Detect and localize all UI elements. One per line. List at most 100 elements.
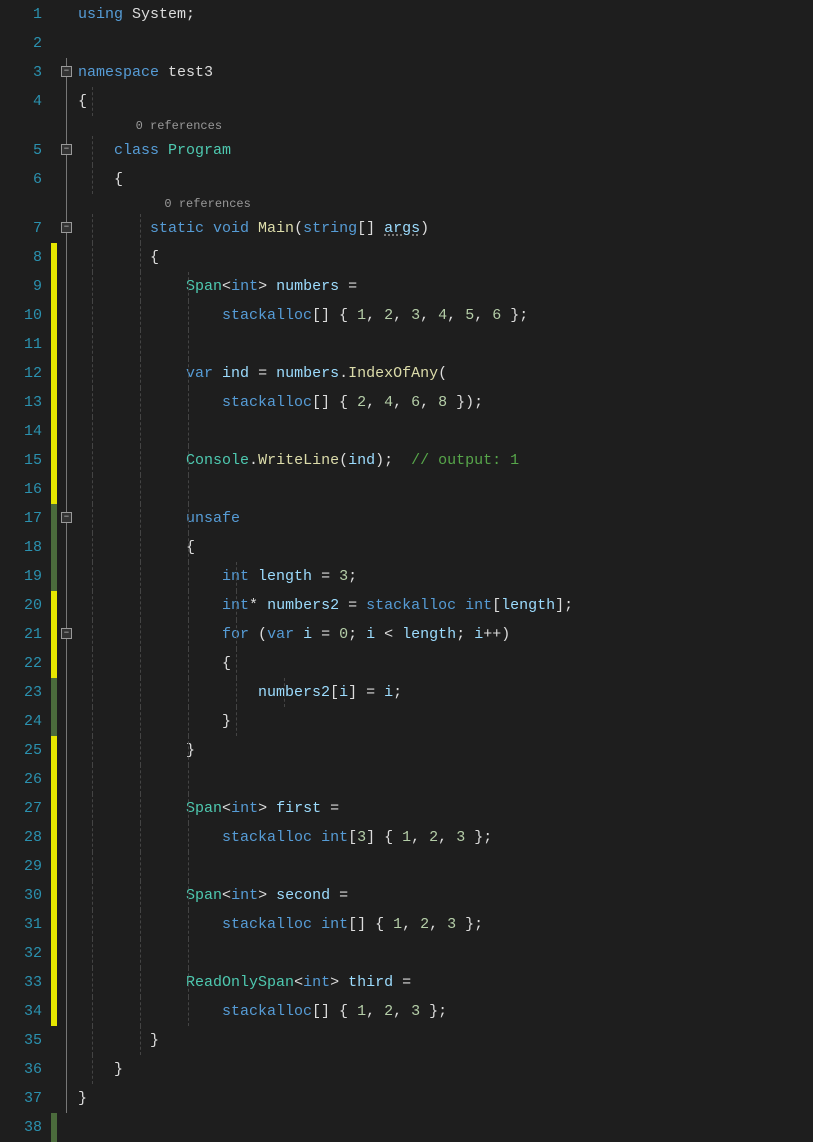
token: 5 (465, 307, 474, 324)
indent-guide (188, 591, 189, 620)
code-editor[interactable]: 1234567891011121314151617181920212223242… (0, 0, 813, 1120)
code-line[interactable] (78, 765, 813, 794)
fold-toggle[interactable]: − (61, 144, 72, 155)
line-number: 21 (0, 620, 42, 649)
code-line[interactable]: Span<int> second = (78, 881, 813, 910)
line-number: 15 (0, 446, 42, 475)
line-number: 16 (0, 475, 42, 504)
code-line[interactable]: unsafe (78, 504, 813, 533)
code-line[interactable]: ReadOnlySpan<int> third = (78, 968, 813, 997)
code-line[interactable]: using System; (78, 0, 813, 29)
indent-guide (92, 272, 93, 301)
token: * (249, 597, 267, 614)
token: = (402, 974, 411, 991)
token: , (366, 1003, 384, 1020)
codelens-references[interactable]: 0 references (78, 116, 813, 136)
code-line[interactable]: { (78, 87, 813, 116)
code-line[interactable]: } (78, 1055, 813, 1084)
token: } (78, 1061, 123, 1078)
token: 4 (438, 307, 447, 324)
code-line[interactable]: } (78, 736, 813, 765)
token: Console (186, 452, 249, 469)
indent-guide (140, 388, 141, 417)
token: Span (186, 278, 222, 295)
code-line[interactable]: stackalloc int[] { 1, 2, 3 }; (78, 910, 813, 939)
fold-toggle[interactable]: − (61, 628, 72, 639)
token: { (78, 655, 231, 672)
code-line[interactable]: class Program (78, 136, 813, 165)
code-line[interactable]: } (78, 1084, 813, 1113)
token: ( (339, 452, 348, 469)
token: , (474, 307, 492, 324)
indent-guide (140, 272, 141, 301)
token: < (384, 626, 402, 643)
line-number: 9 (0, 272, 42, 301)
code-line[interactable] (78, 939, 813, 968)
code-line[interactable]: stackalloc[] { 1, 2, 3, 4, 5, 6 }; (78, 301, 813, 330)
fold-toggle[interactable]: − (61, 66, 72, 77)
code-line[interactable] (78, 852, 813, 881)
code-line[interactable]: stackalloc int[3] { 1, 2, 3 }; (78, 823, 813, 852)
code-line[interactable]: stackalloc[] { 2, 4, 6, 8 }); (78, 388, 813, 417)
code-line[interactable]: Span<int> numbers = (78, 272, 813, 301)
token (78, 365, 186, 382)
change-marker (51, 591, 57, 620)
code-line[interactable]: { (78, 165, 813, 194)
line-number: 28 (0, 823, 42, 852)
code-line[interactable]: int* numbers2 = stackalloc int[length]; (78, 591, 813, 620)
token: 3 (456, 829, 465, 846)
code-line[interactable]: namespace test3 (78, 58, 813, 87)
token: . (249, 452, 258, 469)
token: < (222, 278, 231, 295)
indent-guide (92, 794, 93, 823)
token: first (276, 800, 330, 817)
token: , (393, 1003, 411, 1020)
token: args (384, 220, 420, 237)
code-line[interactable]: { (78, 533, 813, 562)
token: [ (330, 684, 339, 701)
token (78, 307, 222, 324)
token: Span (186, 800, 222, 817)
token (78, 510, 186, 527)
change-marker (51, 968, 57, 997)
code-line[interactable]: for (var i = 0; i < length; i++) (78, 620, 813, 649)
code-line[interactable]: int length = 3; (78, 562, 813, 591)
fold-toggle[interactable]: − (61, 222, 72, 233)
code-line[interactable]: } (78, 707, 813, 736)
token: ; (348, 626, 366, 643)
indent-guide (140, 765, 141, 794)
indent-guide (92, 214, 93, 243)
code-line[interactable]: Console.WriteLine(ind); // output: 1 (78, 446, 813, 475)
code-line[interactable] (78, 475, 813, 504)
token: // output: 1 (411, 452, 519, 469)
code-line[interactable]: { (78, 649, 813, 678)
token: Main (258, 220, 294, 237)
code-line[interactable]: static void Main(string[] args) (78, 214, 813, 243)
change-marker (51, 910, 57, 939)
line-number: 12 (0, 359, 42, 388)
indent-guide (236, 649, 237, 678)
token: ind (348, 452, 375, 469)
code-line[interactable]: var ind = numbers.IndexOfAny( (78, 359, 813, 388)
code-line[interactable] (78, 330, 813, 359)
code-line[interactable] (78, 1113, 813, 1142)
token: stackalloc (222, 829, 321, 846)
token: [] { (312, 1003, 357, 1020)
token: ( (258, 626, 267, 643)
token: } (78, 1032, 159, 1049)
token: [] { (312, 307, 357, 324)
indent-guide (188, 968, 189, 997)
fold-toggle[interactable]: − (61, 512, 72, 523)
code-line[interactable]: } (78, 1026, 813, 1055)
code-line[interactable]: { (78, 243, 813, 272)
code-line[interactable] (78, 417, 813, 446)
code-line[interactable]: numbers2[i] = i; (78, 678, 813, 707)
code-line[interactable]: Span<int> first = (78, 794, 813, 823)
code-line[interactable] (78, 29, 813, 58)
code-text-area[interactable]: using System;namespace test3{ 0 referenc… (78, 0, 813, 1120)
token: }; (465, 829, 492, 846)
code-line[interactable]: stackalloc[] { 1, 2, 3 }; (78, 997, 813, 1026)
codelens-references[interactable]: 0 references (78, 194, 813, 214)
indent-guide (140, 475, 141, 504)
token: i (303, 626, 321, 643)
